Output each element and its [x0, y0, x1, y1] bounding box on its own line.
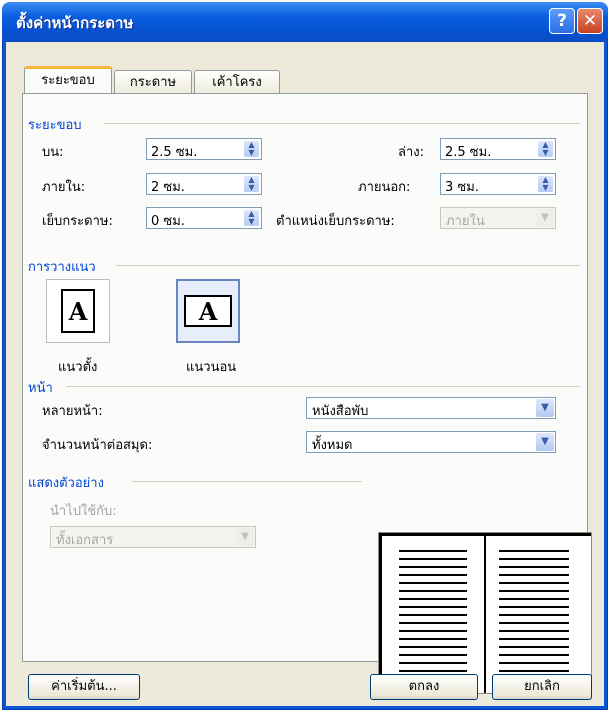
- divider: [116, 265, 580, 266]
- inside-margin-spinner[interactable]: 2 ซม. ▲ ▼: [146, 173, 262, 195]
- sheets-per-booklet-label: จำนวนหน้าต่อสมุด:: [42, 438, 153, 453]
- spin-arrows-icon[interactable]: ▲ ▼: [244, 141, 259, 157]
- title-bar[interactable]: ตั้งค่าหน้ากระดาษ ? ✕: [2, 2, 608, 42]
- landscape-button[interactable]: A: [176, 279, 240, 343]
- divider: [66, 386, 580, 387]
- top-margin-label: บน:: [42, 145, 64, 160]
- outside-margin-value: 3 ซม.: [445, 180, 479, 195]
- dialog-body: ระยะขอบ กระดาษ เค้าโครง ระยะขอบ บน: 2.5 …: [6, 42, 604, 706]
- bottom-margin-spinner[interactable]: 2.5 ซม. ▲ ▼: [440, 138, 556, 160]
- margins-group-label: ระยะขอบ: [28, 118, 82, 133]
- sheets-per-booklet-value: ทั้งหมด: [312, 438, 353, 453]
- preview-group-label: แสดงตัวอย่าง: [28, 476, 104, 491]
- landscape-icon: A: [184, 295, 232, 327]
- sheets-per-booklet-dropdown[interactable]: ทั้งหมด ▼: [306, 431, 556, 453]
- gutter-position-value: ภายใน: [446, 214, 485, 229]
- outside-margin-spinner[interactable]: 3 ซม. ▲ ▼: [440, 173, 556, 195]
- multiple-pages-dropdown[interactable]: หนังสือพับ ▼: [306, 397, 556, 419]
- gutter-label: เย็บกระดาษ:: [42, 214, 113, 229]
- dialog-title: ตั้งค่าหน้ากระดาษ: [16, 14, 134, 32]
- landscape-label: แนวนอน: [186, 360, 237, 375]
- apply-to-label: นำไปใช้กับ:: [50, 504, 117, 519]
- orientation-group-label: การวางแนว: [28, 260, 96, 275]
- portrait-icon: A: [61, 289, 95, 333]
- portrait-button[interactable]: A: [46, 279, 110, 343]
- page-setup-dialog: ตั้งค่าหน้ากระดาษ ? ✕ ระยะขอบ กระดาษ เค้…: [2, 2, 608, 710]
- bottom-margin-label: ล่าง:: [398, 145, 424, 160]
- divider: [104, 123, 580, 124]
- set-default-label: ค่าเริ่มต้น...: [51, 679, 117, 694]
- apply-to-dropdown[interactable]: ทั้งเอกสาร ▼: [50, 526, 256, 548]
- multiple-pages-label: หลายหน้า:: [42, 404, 103, 419]
- inside-margin-value: 2 ซม.: [151, 180, 185, 195]
- booklet-preview: [378, 532, 592, 694]
- multiple-pages-value: หนังสือพับ: [312, 404, 369, 419]
- divider: [132, 481, 362, 482]
- pages-group-label: หน้า: [28, 381, 53, 396]
- bottom-margin-value: 2.5 ซม.: [445, 145, 492, 160]
- help-button[interactable]: ?: [549, 8, 575, 34]
- gutter-value: 0 ซม.: [151, 214, 185, 229]
- ok-button[interactable]: ตกลง: [370, 674, 478, 700]
- cancel-button[interactable]: ยกเลิก: [492, 674, 592, 700]
- spin-arrows-icon[interactable]: ▲ ▼: [538, 141, 553, 157]
- chevron-down-icon[interactable]: ▼: [536, 399, 554, 417]
- inside-margin-label: ภายใน:: [42, 180, 86, 195]
- chevron-down-icon[interactable]: ▼: [536, 433, 554, 451]
- gutter-spinner[interactable]: 0 ซม. ▲ ▼: [146, 207, 262, 229]
- chevron-down-icon[interactable]: ▼: [536, 209, 554, 227]
- spin-arrows-icon[interactable]: ▲ ▼: [244, 210, 259, 226]
- tab-label: กระดาษ: [129, 75, 177, 90]
- booklet-preview-image: [399, 533, 569, 693]
- tab-label: เค้าโครง: [212, 75, 262, 90]
- outside-margin-label: ภายนอก:: [358, 180, 411, 195]
- spin-arrows-icon[interactable]: ▲ ▼: [538, 176, 553, 192]
- close-icon: ✕: [582, 11, 598, 31]
- cancel-label: ยกเลิก: [524, 679, 560, 694]
- help-icon: ?: [557, 11, 567, 31]
- ok-label: ตกลง: [408, 679, 440, 694]
- top-margin-value: 2.5 ซม.: [151, 145, 198, 160]
- apply-to-value: ทั้งเอกสาร: [56, 533, 114, 548]
- tab-label: ระยะขอบ: [41, 73, 95, 88]
- spin-arrows-icon[interactable]: ▲ ▼: [244, 176, 259, 192]
- portrait-label: แนวตั้ง: [58, 360, 98, 375]
- close-button[interactable]: ✕: [577, 8, 603, 34]
- gutter-position-dropdown[interactable]: ภายใน ▼: [440, 207, 556, 229]
- set-default-button[interactable]: ค่าเริ่มต้น...: [28, 674, 140, 700]
- chevron-down-icon[interactable]: ▼: [236, 528, 254, 546]
- top-margin-spinner[interactable]: 2.5 ซม. ▲ ▼: [146, 138, 262, 160]
- gutter-position-label: ตำแหน่งเย็บกระดาษ:: [276, 214, 395, 229]
